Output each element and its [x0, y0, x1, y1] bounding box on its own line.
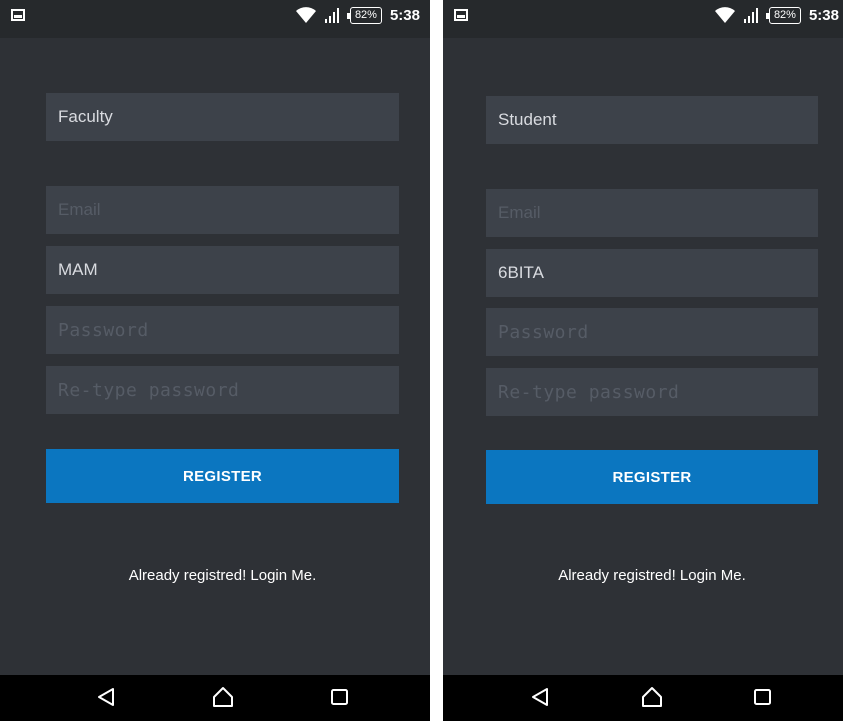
register-button[interactable]: REGISTER [46, 449, 399, 503]
battery-icon: 82% [765, 6, 801, 24]
navigation-bar [0, 675, 430, 721]
student-registration-screen: 82% 5:38 Student Email 6BITA Password Re… [443, 0, 843, 721]
login-link[interactable]: Already registred! Login Me. [46, 567, 399, 584]
role-field[interactable]: Student [486, 96, 818, 144]
wifi-icon [295, 6, 316, 24]
status-bar: 82% 5:38 [443, 0, 843, 38]
signal-icon [324, 6, 342, 24]
register-button[interactable]: REGISTER [486, 450, 818, 504]
name-field[interactable]: 6BITA [486, 249, 818, 297]
retype-password-field[interactable]: Re-type password [486, 368, 818, 416]
role-field[interactable]: Faculty [46, 93, 399, 141]
wifi-icon [714, 6, 735, 24]
image-notification-icon [11, 9, 25, 21]
home-icon[interactable] [211, 686, 235, 713]
faculty-registration-screen: 82% 5:38 Faculty Email MAM Password Re-t… [0, 0, 430, 721]
recents-icon[interactable] [329, 686, 351, 713]
battery-icon: 82% [346, 6, 382, 24]
retype-password-field[interactable]: Re-type password [46, 366, 399, 414]
image-notification-icon [454, 9, 468, 21]
status-indicators: 82% 5:38 [295, 6, 420, 24]
clock: 5:38 [808, 6, 839, 24]
home-icon[interactable] [640, 686, 664, 713]
recents-icon[interactable] [752, 686, 774, 713]
password-field[interactable]: Password [46, 306, 399, 354]
login-link[interactable]: Already registred! Login Me. [486, 567, 818, 584]
password-field[interactable]: Password [486, 308, 818, 356]
email-field[interactable]: Email [46, 186, 399, 234]
back-icon[interactable] [95, 686, 117, 713]
email-field[interactable]: Email [486, 189, 818, 237]
navigation-bar [443, 675, 843, 721]
signal-icon [743, 6, 761, 24]
back-icon[interactable] [529, 686, 551, 713]
status-indicators: 82% 5:38 [714, 6, 839, 24]
status-bar: 82% 5:38 [0, 0, 430, 38]
clock: 5:38 [389, 6, 420, 24]
name-field[interactable]: MAM [46, 246, 399, 294]
